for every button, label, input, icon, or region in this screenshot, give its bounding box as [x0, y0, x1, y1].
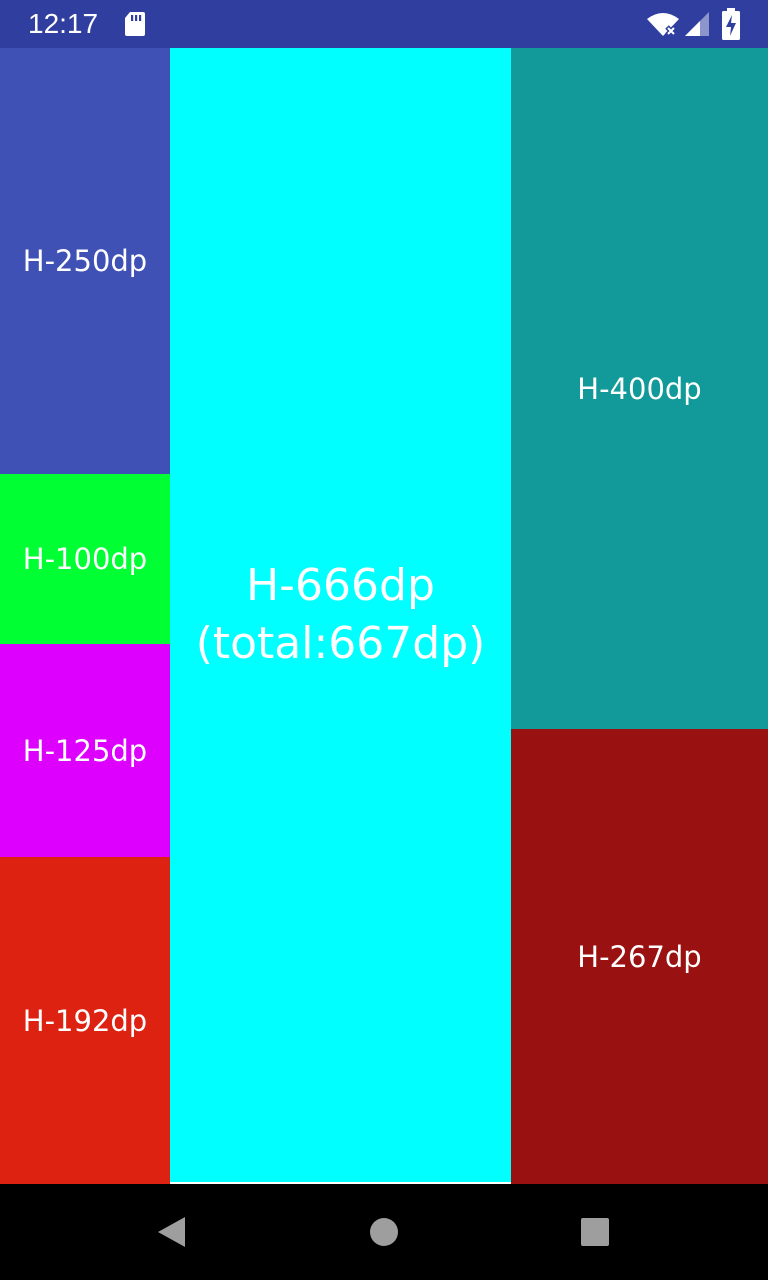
- back-icon: [158, 1217, 185, 1247]
- box-label: H-192dp: [22, 1003, 148, 1038]
- box-h250: H-250dp: [0, 48, 170, 474]
- box-h192: H-192dp: [0, 857, 170, 1184]
- box-h267: H-267dp: [511, 729, 768, 1184]
- box-label: H-666dp (total:667dp): [195, 560, 486, 669]
- recents-button[interactable]: [575, 1212, 615, 1252]
- status-time: 12:17: [28, 8, 99, 39]
- box-h400: H-400dp: [511, 48, 768, 729]
- box-h666: H-666dp (total:667dp): [170, 48, 511, 1182]
- battery-charging-icon: [722, 8, 740, 40]
- box-h100: H-100dp: [0, 474, 170, 644]
- box-label: H-250dp: [22, 244, 148, 278]
- box-label: H-125dp: [22, 733, 148, 768]
- status-bar: 12:17: [0, 0, 768, 48]
- navigation-bar: [0, 1184, 768, 1280]
- sd-card-icon: [125, 12, 145, 36]
- box-label: H-400dp: [577, 371, 702, 406]
- cell-signal-icon: [685, 12, 709, 36]
- home-button[interactable]: [364, 1212, 404, 1252]
- recents-icon: [581, 1218, 609, 1246]
- box-label: H-267dp: [577, 939, 702, 974]
- wifi-icon: [647, 13, 679, 37]
- home-icon: [370, 1218, 398, 1246]
- content-area: H-250dp H-100dp H-125dp H-192dp H-666dp …: [0, 48, 768, 1184]
- box-label: H-100dp: [22, 542, 148, 576]
- back-button[interactable]: [152, 1212, 192, 1252]
- box-h125: H-125dp: [0, 644, 170, 857]
